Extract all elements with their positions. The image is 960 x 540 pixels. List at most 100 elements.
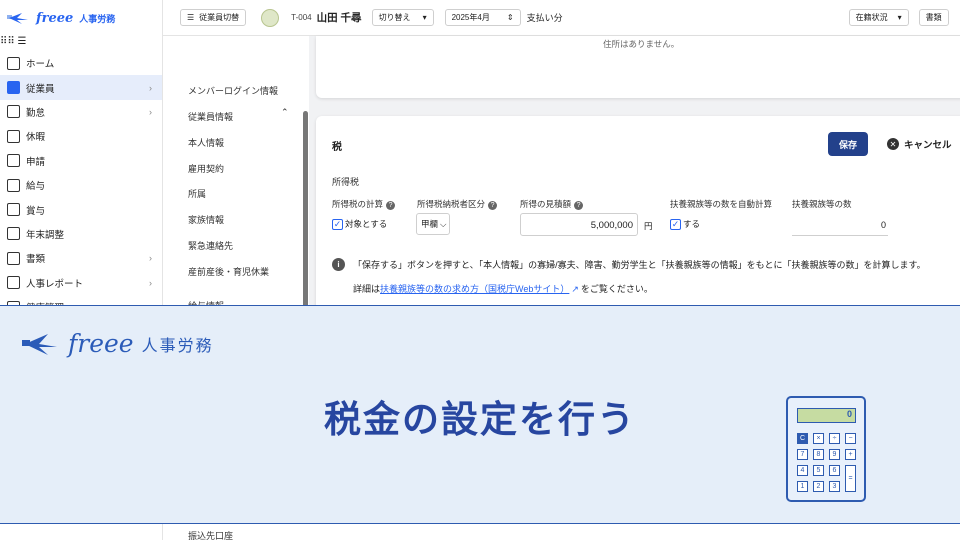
chevron-right-icon: › — [149, 106, 152, 117]
status-label: 在籍状況 — [855, 13, 888, 22]
collapse-sidebar-icon[interactable]: ☰ — [17, 36, 26, 47]
income-tax-section: 所得税 — [332, 177, 360, 187]
month-value: 2025年4月 — [451, 13, 490, 22]
calc-key-icon: ÷ — [829, 433, 840, 444]
address-notice: 住所はありません。 — [603, 39, 680, 49]
subnav-contract[interactable]: 雇用契約 — [188, 162, 224, 175]
subnav-emp-info[interactable]: 従業員情報 — [188, 110, 233, 123]
banner-logo: freee 人事労務 — [20, 329, 214, 358]
subnav-belong[interactable]: 所属 — [188, 187, 206, 200]
sidebar-item-label: 従業員 — [26, 83, 55, 95]
sidebar-item-label: 休暇 — [26, 132, 46, 144]
detail-prefix: 詳細は — [353, 284, 381, 294]
help-icon[interactable]: ? — [488, 201, 498, 210]
detail-suffix: をご覧ください。 — [580, 284, 653, 294]
help-icon[interactable]: ? — [386, 201, 396, 210]
chevron-right-icon: › — [149, 277, 152, 288]
app-grid-icon[interactable]: ⠿⠿ — [0, 36, 15, 47]
calculator-display: 0 — [797, 408, 856, 423]
calc-key-icon: 7 — [797, 449, 808, 460]
top-bar: ☰ 従業員切替 T-004 山田 千尋 切り替え ▾ 2025年4月 ⇕ 支払い… — [163, 0, 960, 36]
taxpayer-class-select[interactable]: 甲欄 ⌵ — [416, 213, 450, 235]
sidebar-item[interactable]: ホーム — [0, 51, 162, 75]
employee-name: 山田 千尋 — [316, 12, 362, 24]
avatar — [261, 8, 280, 27]
bonus-icon — [7, 203, 20, 217]
year-end-icon — [7, 227, 20, 241]
detail-note: 詳細は扶養親族等の数の求め方（国税庁Webサイト） ↗ をご覧ください。 — [353, 282, 653, 295]
employee-icon — [7, 81, 20, 95]
nav-list: ホーム従業員›勤怠›休暇申請給与賞与年末調整書類›人事レポート›健康管理› — [0, 51, 162, 319]
label-auto: 扶養親族等の数を自動計算 — [670, 199, 773, 209]
subnav-family[interactable]: 家族情報 — [188, 213, 224, 226]
request-icon — [7, 154, 20, 168]
switch-employee-button[interactable]: ☰ 従業員切替 — [180, 9, 247, 26]
sidebar-item-label: 年末調整 — [26, 229, 65, 241]
info-note: i 「保存する」ボタンを押すと、「本人情報」の寡婦/寡夫、障害、勤労学生と「扶養… — [332, 258, 926, 271]
sidebar-item-label: 勤怠 — [26, 107, 46, 119]
calc-key-icon: 5 — [813, 465, 824, 476]
sidebar-item-label: 申請 — [26, 156, 46, 168]
sidebar-item[interactable]: 休暇 — [0, 124, 162, 148]
save-button[interactable]: 保存 — [828, 132, 868, 156]
calc-key-icon: = — [845, 465, 856, 492]
sidebar-item[interactable]: 書類 › — [0, 246, 162, 270]
bird-logo-icon — [7, 13, 28, 24]
dependents-count-input[interactable]: 0 — [792, 213, 888, 236]
bottom-strip: 振込先口座 — [163, 524, 960, 540]
sidebar-item[interactable]: 人事レポート › — [0, 271, 162, 295]
label-income: 所得の見積額? — [520, 198, 584, 210]
close-icon: ✕ — [887, 138, 899, 150]
switch-dropdown[interactable]: 切り替え ▾ — [371, 9, 434, 26]
yen-unit: 円 — [644, 221, 653, 231]
tax-card: 税 保存 ✕ キャンセル 所得税 所得税の計算? 所得税納税者区分? 所得の見積… — [316, 116, 960, 316]
external-link-icon[interactable]: ↗ — [571, 284, 579, 294]
help-icon[interactable]: ? — [574, 201, 584, 210]
sidebar-item[interactable]: 賞与 — [0, 197, 162, 221]
switch-employee-label: 従業員切替 — [199, 13, 240, 22]
bird-logo-icon — [22, 333, 57, 355]
document-icon — [7, 251, 20, 265]
subnav-bank[interactable]: 振込先口座 — [188, 529, 233, 540]
docs-button[interactable]: 書類 — [918, 9, 949, 26]
month-select[interactable]: 2025年4月 ⇕ — [444, 9, 521, 26]
previous-card: 住所はありません。 — [316, 36, 960, 98]
label-class-text: 所得税納税者区分 — [417, 199, 486, 209]
status-dropdown[interactable]: 在籍状況 ▾ — [848, 9, 909, 26]
calc-key-icon: + — [845, 449, 856, 460]
class-value: 甲欄 — [421, 219, 439, 229]
calc-key-icon: 1 — [797, 481, 808, 492]
subnav-maternity[interactable]: 産前産後・育児休業 — [188, 265, 269, 278]
cancel-button[interactable]: ✕ キャンセル — [887, 137, 952, 151]
sidebar-item[interactable]: 給与 — [0, 173, 162, 197]
sidebar-item-label: 賞与 — [26, 205, 46, 217]
chevron-up-icon[interactable]: ⌃ — [281, 107, 289, 118]
employee-id: T-004 — [291, 13, 312, 22]
subnav-login[interactable]: メンバーログイン情報 — [188, 84, 278, 97]
brand-name: freee — [36, 10, 74, 26]
sidebar-item[interactable]: 勤怠 › — [0, 100, 162, 124]
list-icon: ☰ — [187, 13, 195, 22]
label-calc-text: 所得税の計算 — [332, 199, 384, 209]
subnav-emergency[interactable]: 緊急連絡先 — [188, 239, 233, 252]
attendance-icon — [7, 105, 20, 119]
auto-calc-checkbox[interactable]: ✓ する — [670, 218, 700, 230]
sidebar-item-label: 書類 — [26, 254, 46, 266]
label-calc: 所得税の計算? — [332, 198, 396, 210]
caret-down-icon: ▾ — [897, 13, 902, 22]
calc-key-icon: 6 — [829, 465, 840, 476]
chevron-right-icon: › — [149, 82, 152, 93]
income-estimate-input[interactable]: 5,000,000 — [520, 213, 638, 236]
nta-link[interactable]: 扶養親族等の数の求め方（国税庁Webサイト） — [380, 284, 569, 294]
subnav-personal[interactable]: 本人情報 — [188, 136, 224, 149]
calc-key-icon: C — [797, 433, 808, 444]
calc-checkbox[interactable]: ✓ 対象とする — [332, 218, 387, 230]
brand-logo[interactable]: freee 人事労務 — [0, 0, 162, 36]
sidebar-item-label: ホーム — [26, 59, 55, 71]
sidebar-item[interactable]: 申請 — [0, 149, 162, 173]
sidebar-item[interactable]: 年末調整 — [0, 222, 162, 246]
calc-key-icon: 9 — [829, 449, 840, 460]
report-icon — [7, 276, 20, 290]
pay-label: 支払い分 — [526, 13, 563, 23]
sidebar-item[interactable]: 従業員 › — [0, 75, 162, 100]
